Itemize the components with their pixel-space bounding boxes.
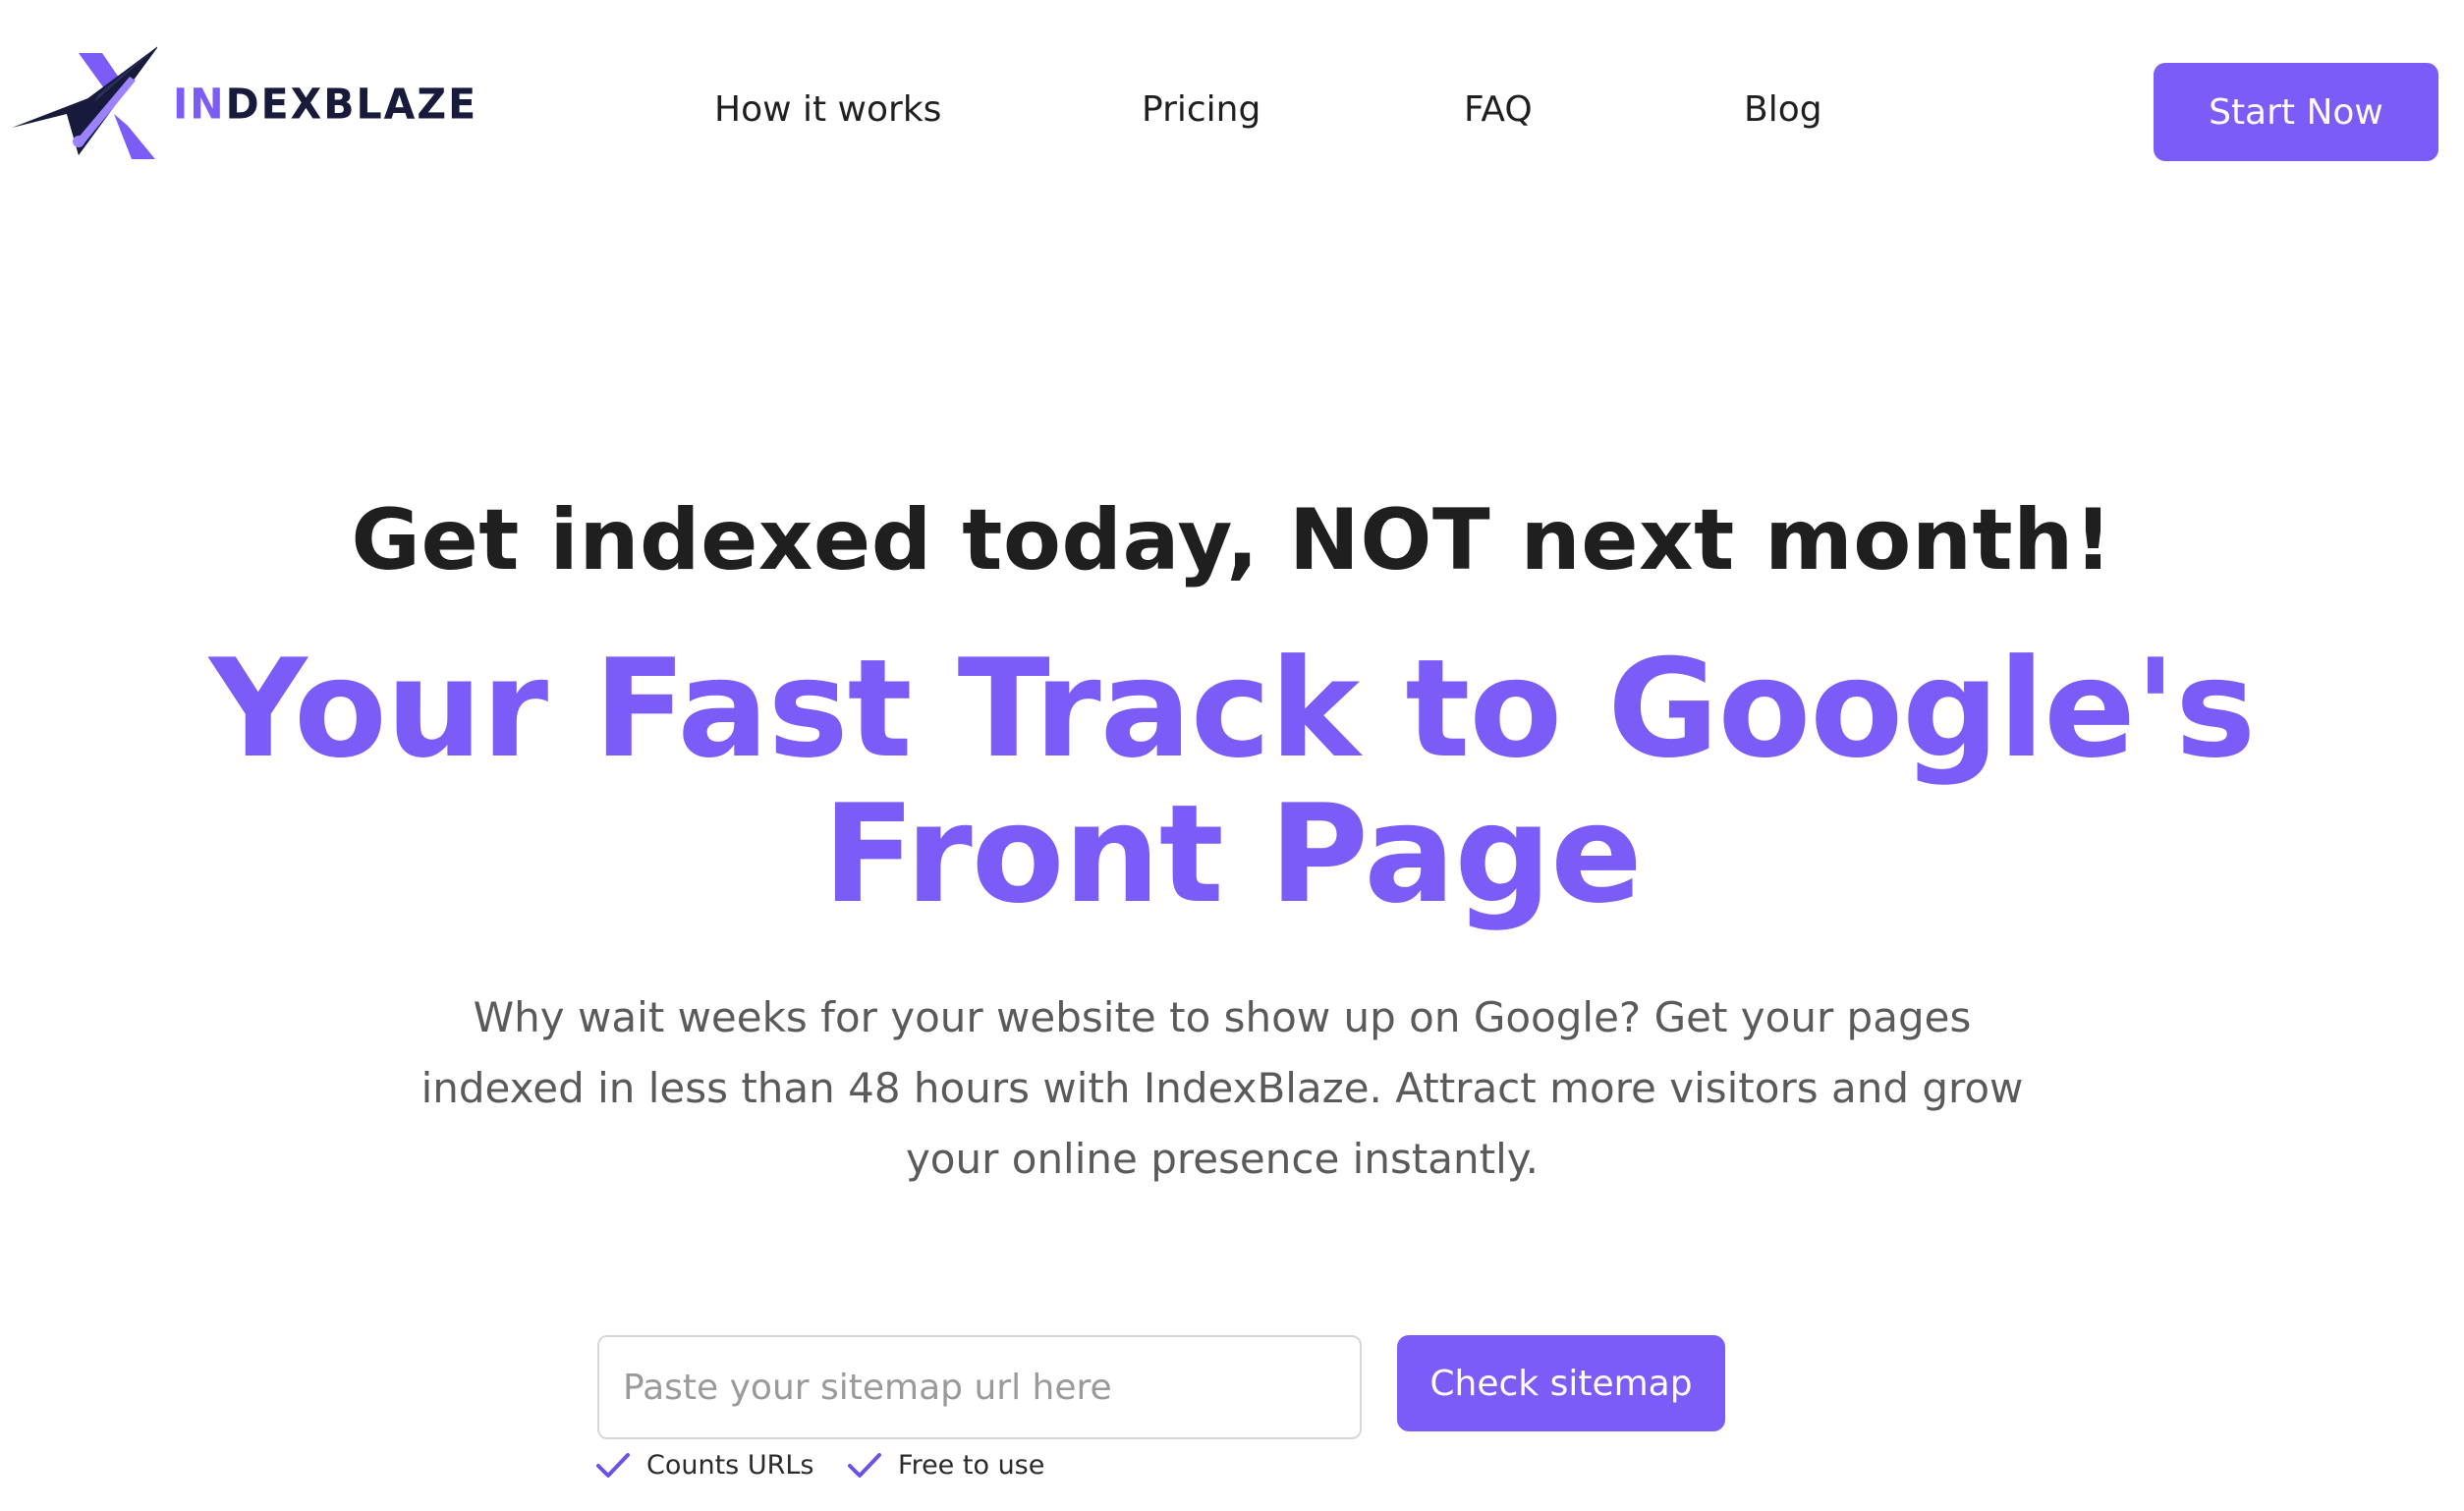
feature-counts-urls: Counts URLs (595, 1446, 813, 1485)
start-now-button[interactable]: Start Now (2154, 63, 2438, 161)
nav-link-pricing[interactable]: Pricing (1142, 81, 1260, 140)
hero-description: Why wait weeks for your website to show … (420, 993, 2024, 1183)
feature-label: Free to use (898, 1450, 1045, 1481)
logo-icon (12, 46, 157, 159)
sitemap-url-input[interactable] (597, 1335, 1362, 1439)
hero-eyebrow: Get indexed today, NOT next month! (351, 491, 2113, 589)
brand-wordmark: IN DEXBLAZE (173, 79, 478, 129)
feature-label: Counts URLs (646, 1450, 814, 1481)
hero-title: Your Fast Track to Google's Front Page (208, 630, 2256, 933)
feature-free-to-use: Free to use (847, 1446, 1044, 1485)
check-sitemap-button[interactable]: Check sitemap (1397, 1335, 1725, 1431)
site-header: IN DEXBLAZE How it works Pricing FAQ Blog… (0, 0, 2464, 226)
check-icon (596, 1453, 630, 1478)
brand-logo[interactable]: IN DEXBLAZE (12, 45, 477, 163)
nav-link-blog[interactable]: Blog (1744, 81, 1822, 140)
nav-link-faq[interactable]: FAQ (1464, 81, 1533, 140)
check-icon (848, 1453, 881, 1478)
brand-wordmark-accent: IN (173, 79, 226, 129)
nav-link-how-it-works[interactable]: How it works (714, 81, 941, 140)
brand-wordmark-main: DEXBLAZE (225, 79, 478, 129)
